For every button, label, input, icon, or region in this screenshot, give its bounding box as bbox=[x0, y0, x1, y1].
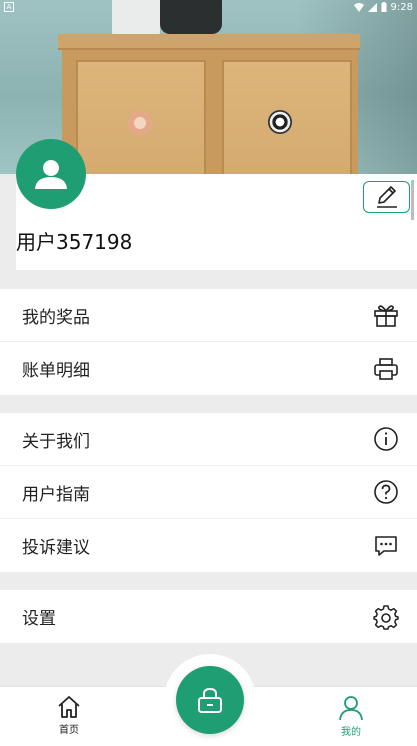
user-avatar-icon bbox=[35, 160, 67, 189]
menu-item-feedback[interactable]: 投诉建议 bbox=[0, 519, 417, 572]
scrollbar[interactable] bbox=[411, 180, 414, 220]
signal-icon bbox=[367, 2, 377, 12]
menu-group-settings: 设置 bbox=[0, 590, 417, 643]
chat-icon bbox=[373, 533, 399, 559]
menu-item-label: 账单明细 bbox=[22, 361, 90, 381]
username: 用户357198 bbox=[16, 230, 133, 254]
menu-item-label: 设置 bbox=[22, 609, 56, 629]
menu-item-guide[interactable]: 用户指南 bbox=[0, 466, 417, 519]
printer-icon bbox=[373, 356, 399, 382]
pencil-icon bbox=[376, 186, 397, 208]
menu-item-about[interactable]: 关于我们 bbox=[0, 413, 417, 466]
menu-item-prizes[interactable]: 我的奖品 bbox=[0, 289, 417, 342]
menu-item-label: 我的奖品 bbox=[22, 307, 90, 328]
wifi-icon bbox=[353, 2, 364, 12]
help-icon bbox=[373, 479, 399, 505]
menu-group-rewards: 我的奖品 账单明细 bbox=[0, 289, 417, 395]
menu-item-label: 关于我们 bbox=[22, 431, 90, 452]
home-icon bbox=[58, 696, 80, 718]
avatar[interactable] bbox=[16, 139, 86, 209]
status-bar: A 9:28 bbox=[0, 0, 417, 14]
menu-group-info: 关于我们 用户指南 投诉建议 bbox=[0, 413, 417, 572]
lock-icon bbox=[198, 687, 222, 713]
notification-badge: A bbox=[4, 2, 14, 12]
menu-item-bills[interactable]: 账单明细 bbox=[0, 342, 417, 395]
nav-home-label: 首页 bbox=[59, 725, 79, 736]
menu-item-label: 投诉建议 bbox=[22, 538, 90, 558]
edit-profile-button[interactable] bbox=[363, 181, 410, 213]
nav-mine-label: 我的 bbox=[341, 727, 361, 738]
nav-mine[interactable]: 我的 bbox=[321, 695, 381, 738]
gift-icon bbox=[373, 302, 399, 328]
unlock-button[interactable] bbox=[176, 666, 244, 734]
user-icon bbox=[339, 696, 363, 721]
gear-icon bbox=[373, 604, 399, 630]
menu-item-settings[interactable]: 设置 bbox=[0, 590, 417, 643]
battery-icon bbox=[381, 2, 387, 12]
menu-item-label: 用户指南 bbox=[22, 484, 90, 505]
status-time: 9:28 bbox=[390, 1, 413, 13]
nav-home[interactable]: 首页 bbox=[39, 695, 99, 736]
info-icon bbox=[373, 426, 399, 452]
